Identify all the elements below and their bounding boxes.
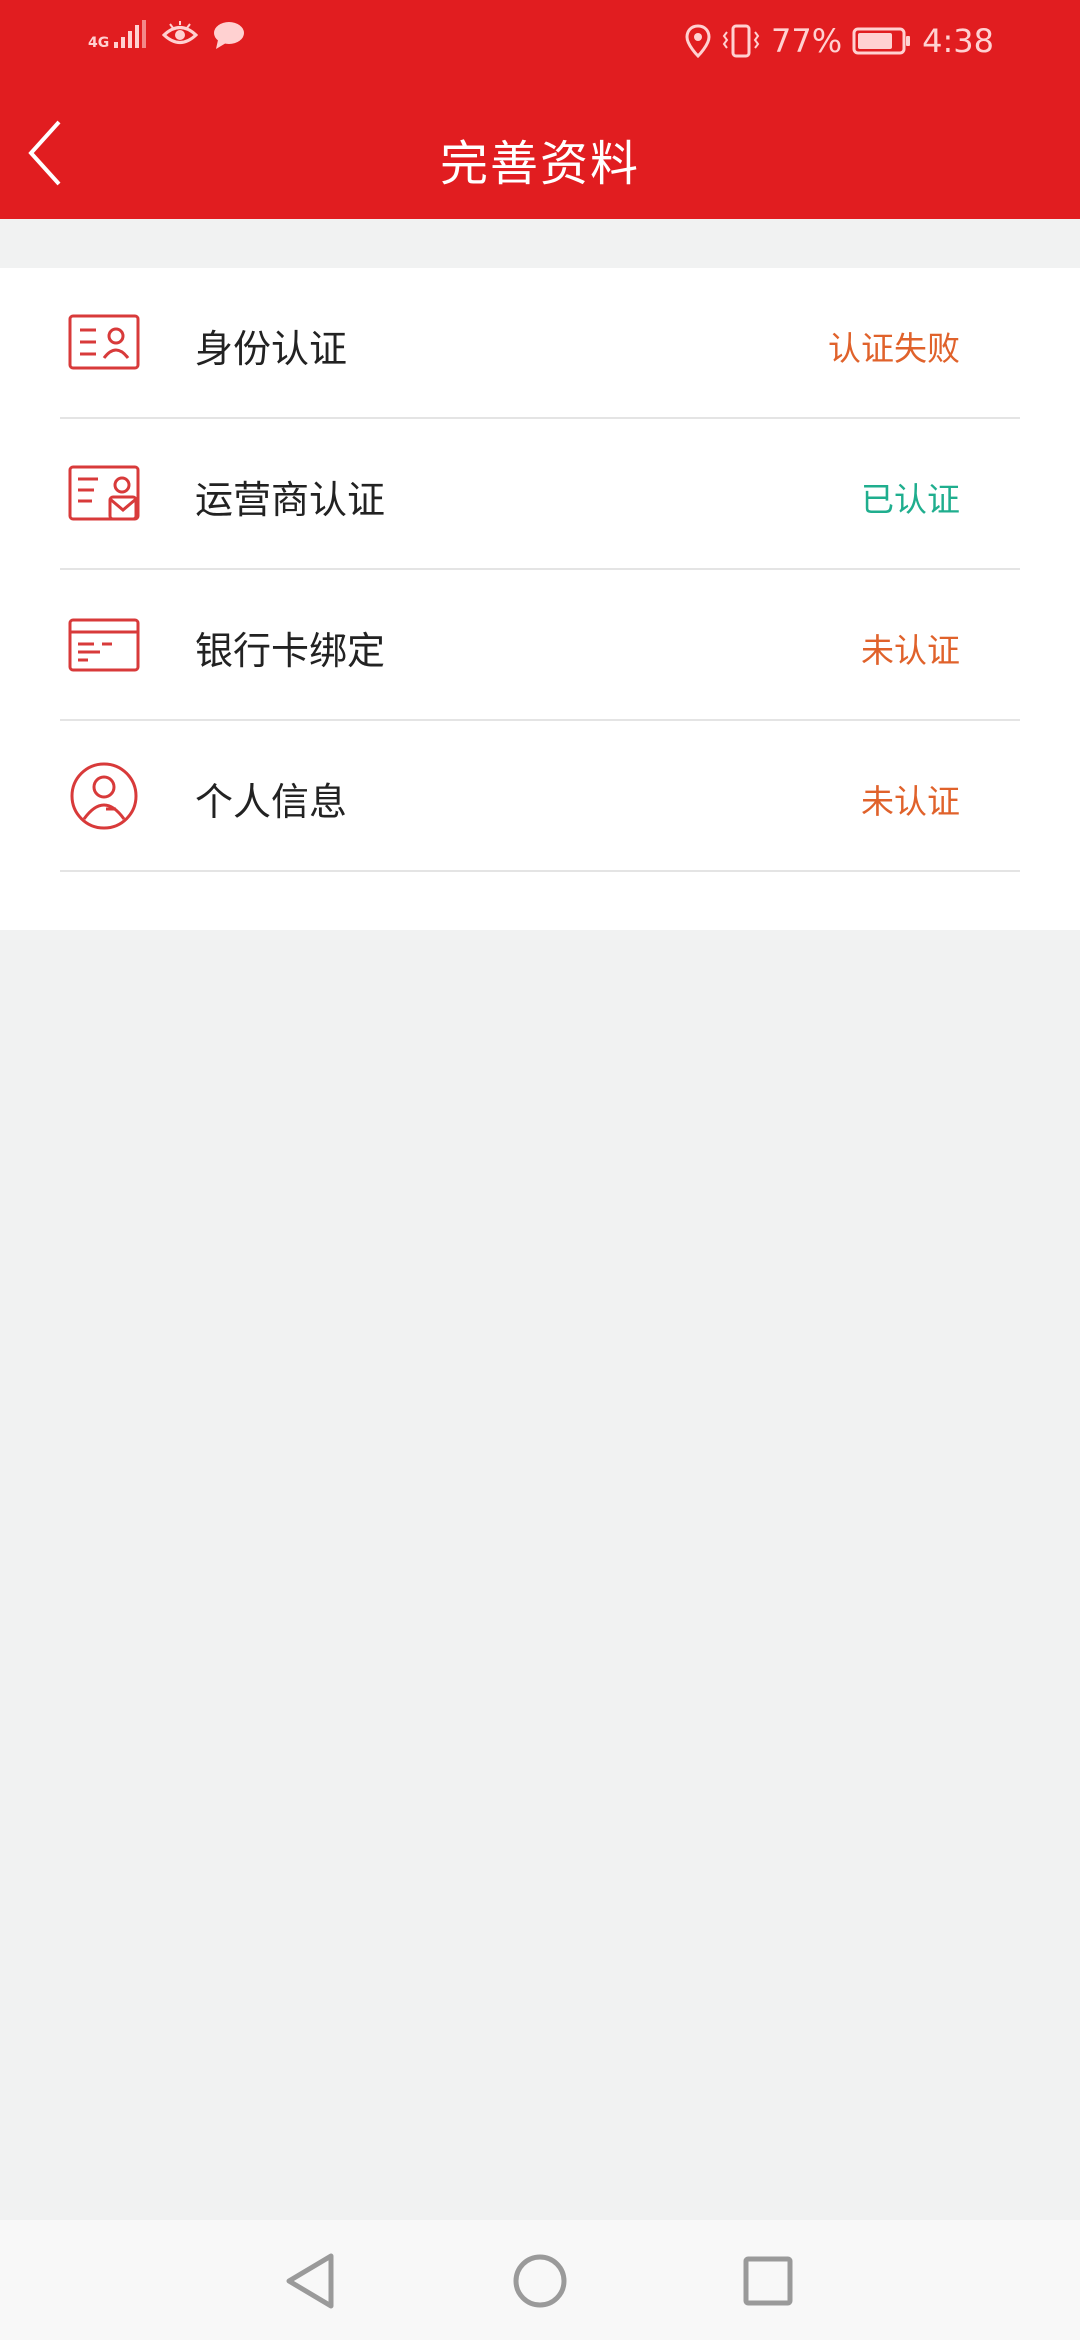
header: 完善资料 <box>0 86 1080 219</box>
status-bar: 4G 77% 4:38 <box>0 0 1080 86</box>
status-badge: 未认证 <box>861 782 960 821</box>
verification-list: 身份认证 认证失败 运营商认证 已认证 银行卡绑定 未认证 个人信息 未认证 <box>0 268 1080 930</box>
system-nav-bar <box>0 2220 1080 2340</box>
page-title: 完善资料 <box>439 136 640 192</box>
back-triangle-icon[interactable] <box>275 2246 345 2316</box>
location-icon <box>685 24 711 58</box>
chat-icon <box>214 22 245 49</box>
carrier-card-icon <box>68 465 140 521</box>
vibrate-icon <box>722 24 760 58</box>
id-card-icon <box>68 314 140 370</box>
network-label: 4G <box>88 35 110 51</box>
item-label: 个人信息 <box>195 780 348 824</box>
list-item-identity[interactable]: 身份认证 认证失败 <box>60 268 1020 419</box>
clock: 4:38 <box>922 22 994 60</box>
signal-icon: 4G <box>88 20 148 50</box>
item-label: 银行卡绑定 <box>195 629 386 673</box>
eye-icon <box>162 21 199 44</box>
status-badge: 认证失败 <box>828 329 960 368</box>
recents-square-icon[interactable] <box>733 2246 803 2316</box>
battery-icon <box>852 27 911 55</box>
home-circle-icon[interactable] <box>505 2246 575 2316</box>
battery-percent: 77% <box>771 22 843 60</box>
list-item-bank-card[interactable]: 银行卡绑定 未认证 <box>60 570 1020 721</box>
list-item-personal-info[interactable]: 个人信息 未认证 <box>60 721 1020 872</box>
top-bar: 4G 77% 4:38 完善资料 <box>0 0 1080 219</box>
bank-card-icon <box>68 618 140 672</box>
status-badge: 未认证 <box>861 631 960 670</box>
item-label: 运营商认证 <box>195 478 386 522</box>
item-label: 身份认证 <box>195 327 348 371</box>
list-item-carrier[interactable]: 运营商认证 已认证 <box>60 419 1020 570</box>
user-circle-icon <box>70 762 138 830</box>
status-badge: 已认证 <box>861 480 960 519</box>
